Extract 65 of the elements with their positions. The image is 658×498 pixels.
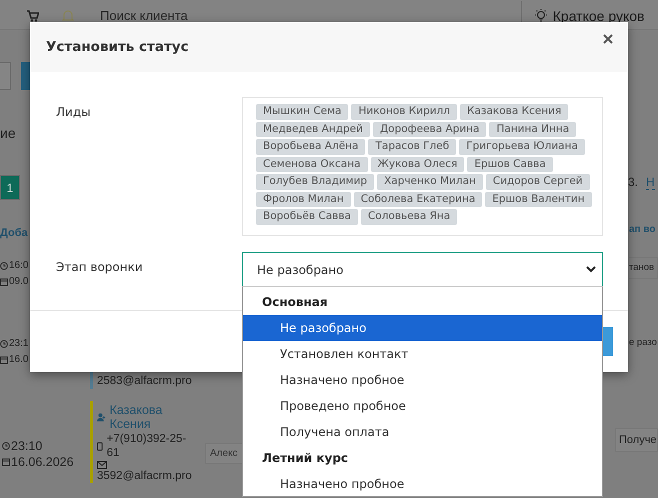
leads-field[interactable] [242, 97, 603, 236]
stage-field[interactable]: Получе [615, 428, 658, 452]
lead-tag: Панина Инна [489, 122, 576, 137]
lightbulb-icon [534, 8, 548, 22]
search-field[interactable]: Поиск клиента [100, 8, 188, 23]
close-icon[interactable] [603, 34, 613, 44]
lead-tag: Жукова Олеся [370, 156, 464, 172]
responsible-field[interactable]: Алекс [205, 443, 245, 464]
stage-field[interactable]: танов [629, 257, 658, 279]
option-group-label: Летний курс [261, 450, 350, 467]
time-text: 23:1 [9, 337, 28, 351]
time-text: 16:0 [9, 259, 28, 273]
chevron-icon [586, 266, 596, 273]
column-heading: ап во [629, 224, 657, 235]
leads-label: Лиды [55, 104, 92, 121]
calendar-icon [0, 278, 8, 286]
time-text: 23:10 [11, 438, 42, 454]
clock-icon [2, 442, 10, 450]
calendar-icon [2, 458, 10, 466]
lead-tag: Медведев Андрей [256, 122, 370, 137]
email-text: 2583@alfacrm.pro [97, 374, 192, 388]
stage-option[interactable]: Назначено пробное [243, 471, 602, 497]
stage-option[interactable]: Назначено пробное [243, 367, 602, 393]
lead-tag: Дорофеева Арина [372, 122, 486, 137]
lead-tag: Семенова Оксана [256, 156, 368, 172]
lead-tag: Ершов Валентин [485, 192, 592, 207]
lead-tag: Никонов Кирилл [351, 104, 457, 120]
lead-tag: Воробьева Алёна [256, 139, 366, 154]
person-icon [97, 412, 106, 422]
lead-tag: Тарасов Глеб [368, 139, 456, 154]
date-text: 16.06.2026 [11, 454, 74, 470]
page-number: 3. [628, 175, 638, 190]
phone-icon [97, 442, 103, 450]
date-text: 16.0 [9, 353, 28, 367]
stage-option[interactable]: Не разобрано [243, 315, 602, 341]
dialog-title: Установить статус [46, 39, 189, 55]
lead-tag: Казакова Ксения [460, 104, 568, 120]
stage-option[interactable]: Проведено пробное [243, 393, 602, 419]
phone-text: +7(910)392-25-61 [106, 432, 188, 460]
lead-tag: Голубев Владимир [256, 174, 374, 190]
lead-tag: Соловьева Яна [360, 209, 458, 224]
calendar-icon [0, 356, 8, 364]
stage-option[interactable]: Установлен контакт [243, 341, 602, 367]
clock-icon [0, 340, 8, 348]
page-heading: ие [0, 125, 17, 142]
lead-tag: Сидоров Сергей [486, 174, 590, 190]
lead-tag: Ершов Савва [467, 156, 553, 172]
lead-tag: Фролов Милан [256, 192, 351, 207]
lead-tag: Харченко Милан [377, 174, 483, 190]
input-field[interactable] [0, 62, 11, 90]
lead-tag: Мышкин Сема [256, 104, 348, 120]
stage-option[interactable]: Получена оплата [243, 419, 602, 445]
cart-icon[interactable] [27, 10, 39, 22]
option-group-label: Основная [261, 294, 329, 311]
lead-tag: Григорьева Юлиана [459, 139, 585, 154]
email-text: 3592@alfacrm.pro [97, 468, 192, 483]
lead-tag: Воробьёв Савва [256, 209, 358, 224]
stage-label: Этап воронки [55, 259, 144, 276]
mail-icon [97, 460, 107, 468]
page-button[interactable]: 1 [0, 175, 20, 200]
date-text: 09.0 [9, 275, 28, 289]
stage-text: е разо [629, 337, 658, 348]
guide-link[interactable]: Краткое руков [552, 8, 644, 24]
clock-icon [0, 262, 8, 270]
lead-tag: Соболева Екатерина [354, 192, 482, 207]
